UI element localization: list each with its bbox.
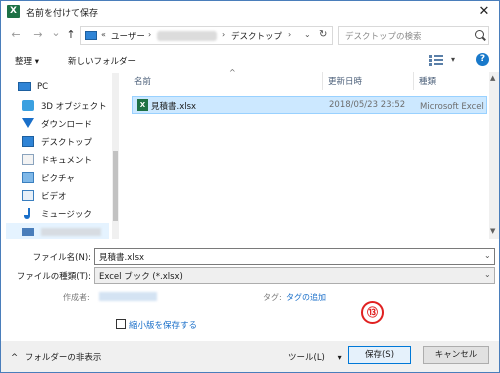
video-icon: [22, 190, 34, 201]
column-header-type[interactable]: 種類: [419, 75, 436, 87]
filename-label: ファイル名(N):: [32, 253, 91, 263]
excel-icon: X: [7, 5, 20, 18]
chevron-up-icon: ^: [11, 353, 19, 363]
sidebar-item-3d-objects[interactable]: 3D オブジェクト: [6, 97, 109, 115]
file-modified: 2018/05/23 23:52: [329, 100, 406, 110]
view-options-icon[interactable]: [429, 54, 445, 66]
sidebar-item-label: 3D オブジェクト: [41, 102, 107, 112]
sidebar-item-downloads[interactable]: ダウンロード: [6, 115, 109, 133]
organize-button[interactable]: 整理 ▾: [15, 55, 39, 67]
help-icon[interactable]: ?: [476, 53, 489, 66]
drive-label-redacted: [41, 228, 101, 236]
documents-icon: [22, 154, 34, 165]
cancel-button[interactable]: キャンセル: [423, 346, 489, 364]
file-list-scrollbar[interactable]: ▲ ▼: [489, 72, 499, 239]
drive-icon: [22, 228, 34, 236]
address-bar[interactable]: « ユーザー › › デスクトップ › ⌄ ↻: [80, 26, 333, 45]
column-divider[interactable]: [413, 72, 414, 90]
pc-icon: [85, 31, 97, 40]
view-dropdown-button[interactable]: ▾: [451, 55, 455, 64]
filetype-value: Excel ブック (*.xlsx): [99, 272, 183, 282]
window-title: 名前を付けて保存: [26, 9, 99, 19]
hide-folders-button[interactable]: ^ フォルダーの非表示: [11, 351, 101, 363]
new-folder-button[interactable]: 新しいフォルダー: [68, 55, 136, 67]
sidebar-item-label: ピクチャ: [41, 174, 75, 184]
breadcrumb-desktop[interactable]: デスクトップ: [231, 30, 282, 42]
file-type: Microsoft Excel ワ: [420, 102, 486, 112]
filename-dropdown-button[interactable]: ⌄: [484, 251, 491, 260]
breadcrumb-separator[interactable]: ›: [148, 30, 151, 39]
forward-button[interactable]: →: [31, 28, 45, 42]
up-button[interactable]: ↑: [64, 28, 78, 42]
scroll-up-icon[interactable]: ▲: [490, 74, 495, 82]
breadcrumb-users[interactable]: ユーザー: [111, 30, 145, 42]
sidebar-item-label: ドキュメント: [41, 156, 93, 166]
chevron-down-icon: ▾: [337, 353, 342, 362]
filetype-select[interactable]: Excel ブック (*.xlsx) ⌄: [94, 267, 495, 284]
breadcrumb-separator[interactable]: ›: [222, 30, 225, 39]
save-as-dialog: X 名前を付けて保存 ✕ ← → ⌄ ↑ « ユーザー › › デスクトップ ›…: [0, 0, 500, 373]
author-value-redacted[interactable]: [99, 292, 157, 301]
3d-objects-icon: [22, 100, 34, 111]
author-label: 作成者:: [63, 293, 90, 302]
save-button[interactable]: 保存(S): [348, 346, 411, 364]
pictures-icon: [22, 172, 34, 183]
refresh-button[interactable]: ↻: [319, 29, 327, 40]
tag-label: タグ:: [263, 293, 282, 302]
file-list: ^ 名前 更新日時 種類 X 見積書.xlsx 2018/05/23 23:52…: [129, 68, 500, 239]
breadcrumb-username-redacted[interactable]: [157, 31, 217, 41]
filetype-label: ファイルの種類(T):: [16, 272, 91, 282]
filetype-dropdown-button[interactable]: ⌄: [484, 270, 491, 279]
title-bar: X 名前を付けて保存 ✕: [1, 1, 499, 23]
download-icon: [22, 118, 34, 128]
search-input[interactable]: デスクトップの検索: [338, 26, 489, 45]
excel-file-icon: X: [137, 99, 148, 111]
sidebar-scroll-thumb[interactable]: [113, 151, 118, 221]
sidebar-item-label: ミュージック: [41, 210, 92, 220]
save-thumbnail-label[interactable]: 縮小版を保存する: [129, 319, 197, 331]
hide-folders-label: フォルダーの非表示: [24, 353, 102, 363]
save-thumbnail-checkbox[interactable]: [116, 319, 126, 329]
navigation-pane: PC 3D オブジェクト ダウンロード デスクトップ ドキュメント ピクチャ ビ…: [6, 73, 119, 239]
sidebar-item-label: ダウンロード: [41, 120, 93, 130]
sidebar-item-label: デスクトップ: [41, 138, 93, 148]
music-icon: [24, 208, 30, 219]
sidebar-scrollbar[interactable]: [112, 73, 119, 239]
sort-indicator: ^: [229, 68, 236, 77]
scroll-down-icon[interactable]: ▼: [490, 227, 495, 235]
sidebar-item-drive[interactable]: [6, 223, 109, 239]
tools-menu-button[interactable]: ツール(L) ▾: [288, 351, 342, 363]
pc-icon: [18, 82, 31, 91]
search-icon: [475, 30, 484, 39]
breadcrumb-overflow[interactable]: «: [101, 30, 106, 39]
sidebar-item-music[interactable]: ミュージック: [6, 205, 109, 223]
sidebar-item-pictures[interactable]: ピクチャ: [6, 169, 109, 187]
sidebar-item-label: PC: [37, 82, 49, 92]
column-divider[interactable]: [322, 72, 323, 90]
sidebar-item-desktop[interactable]: デスクトップ: [6, 133, 109, 151]
breadcrumb-separator[interactable]: ›: [288, 30, 291, 39]
desktop-icon: [22, 136, 34, 147]
sidebar-item-documents[interactable]: ドキュメント: [6, 151, 109, 169]
column-header-name[interactable]: 名前: [134, 75, 151, 87]
close-button[interactable]: ✕: [473, 2, 495, 22]
sidebar-item-pc[interactable]: PC: [6, 79, 109, 97]
column-header-modified[interactable]: 更新日時: [328, 75, 362, 87]
tools-label: ツール(L): [288, 353, 325, 363]
filename-value: 見積書.xlsx: [99, 253, 145, 263]
search-placeholder: デスクトップの検索: [345, 32, 422, 42]
step-number-badge: ⑬: [361, 301, 384, 324]
sidebar-item-label: ビデオ: [41, 192, 67, 202]
address-dropdown-button[interactable]: ⌄: [304, 30, 311, 39]
file-name: 見積書.xlsx: [151, 102, 197, 112]
sidebar-item-videos[interactable]: ビデオ: [6, 187, 109, 205]
file-row[interactable]: X 見積書.xlsx 2018/05/23 23:52 Microsoft Ex…: [132, 96, 487, 114]
recent-locations-button[interactable]: ⌄: [49, 26, 63, 40]
back-button[interactable]: ←: [9, 28, 23, 42]
add-tag-link[interactable]: タグの追加: [286, 292, 326, 303]
filename-input[interactable]: 見積書.xlsx ⌄: [94, 248, 495, 265]
